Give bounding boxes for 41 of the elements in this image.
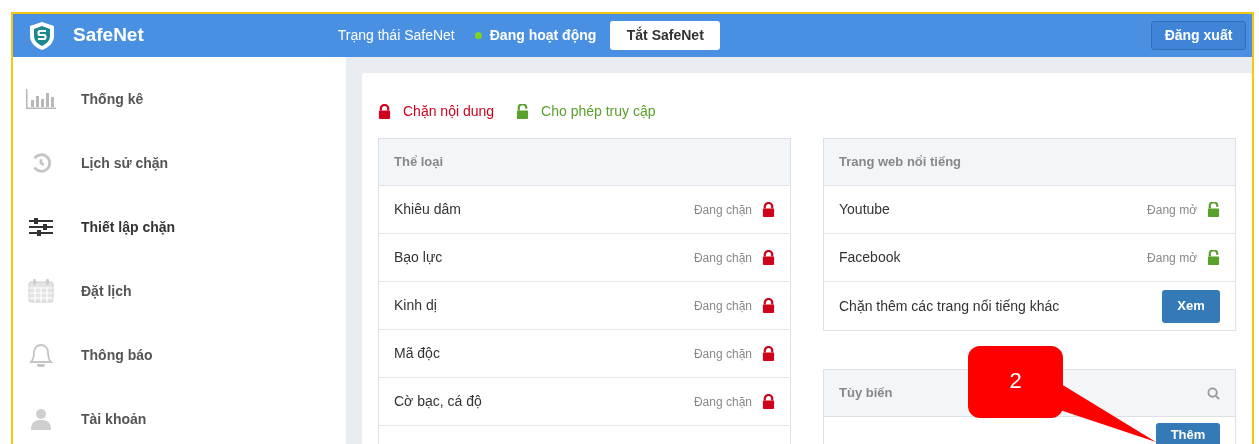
panel-title: Tùy biến (839, 384, 893, 403)
status-label: Trạng thái SafeNet (337, 26, 455, 45)
item-name: Kinh dị (394, 296, 437, 315)
sidebar-item[interactable]: Đặt lịch (13, 259, 346, 323)
sidebar-item[interactable]: Thông báo (13, 323, 346, 387)
bell-icon (28, 343, 54, 367)
user-icon (30, 408, 52, 430)
callout-badge: 2 (968, 346, 1063, 418)
legend-label: Cho phép truy cập (541, 102, 656, 121)
status-text: Đang chặn (693, 201, 752, 219)
item-name: Cờ bạc, cá độ (394, 392, 482, 411)
view-button[interactable]: Xem (1162, 289, 1220, 323)
item-name: Youtube (839, 200, 890, 219)
brand-name: SafeNet (73, 23, 144, 48)
status-text: Đang chặn (693, 249, 752, 267)
item-name: Bạo lực (394, 248, 443, 267)
sidebar-item[interactable]: Thiết lập chặn (13, 195, 346, 259)
status-text: Đang mở (1147, 249, 1197, 267)
shield-logo-icon (29, 20, 55, 51)
add-button[interactable]: Thêm (1156, 423, 1220, 444)
sidebar-item[interactable]: Thống kê (13, 67, 346, 131)
search-icon[interactable] (1207, 386, 1220, 400)
more-sites-text: Chặn thêm các trang nổi tiếng khác (839, 296, 1060, 316)
logout-button[interactable]: Đăng xuất (1151, 21, 1246, 50)
sliders-icon (29, 217, 53, 237)
status-text: Đang chặn (693, 345, 752, 363)
bar-chart-icon (26, 89, 56, 109)
status-text: Đang chặn (693, 393, 752, 411)
toggle-safenet-button[interactable]: Tắt SafeNet (610, 21, 721, 50)
status-value: Đang hoạt động (489, 26, 597, 45)
panel-title: Trang web nổi tiếng (839, 153, 962, 172)
legend-label: Chặn nội dung (403, 102, 495, 121)
item-name: Facebook (839, 248, 901, 267)
sidebar-item[interactable]: Tài khoản (13, 387, 346, 444)
calendar-icon (28, 279, 54, 303)
status-text: Đang chặn (693, 297, 752, 315)
item-name: Mã độc (394, 344, 440, 363)
sidebar-item[interactable]: Lịch sử chặn (13, 131, 346, 195)
panel-title: Thể loại (394, 153, 444, 172)
status-text: Đang mở (1147, 201, 1197, 219)
item-name: Khiêu dâm (394, 200, 461, 219)
